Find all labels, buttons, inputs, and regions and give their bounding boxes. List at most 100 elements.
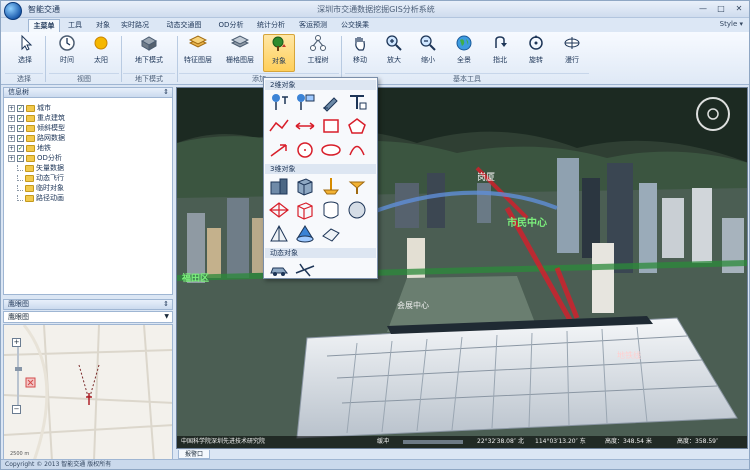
arrow-line-icon[interactable] [294, 116, 316, 136]
title-bar: 智能交通 深圳市交通数据挖掘GIS分析系统 — □ ✕ [1, 1, 749, 18]
tree-node[interactable]: + ✓ OD分析 [8, 154, 62, 163]
group-select-label: 选择 [5, 73, 43, 84]
expand-icon[interactable]: + [8, 114, 15, 122]
zoom-in-button[interactable]: 放大 [381, 34, 407, 72]
time-button[interactable]: 时间 [53, 34, 81, 72]
project-tree-button[interactable]: 工程树 [301, 34, 335, 72]
maximize-button[interactable]: □ [715, 4, 727, 14]
tree-node[interactable]: + ✓ 倾斜模型 [8, 124, 65, 133]
pin-label-icon[interactable] [268, 92, 290, 112]
text-label-icon[interactable] [346, 92, 368, 112]
globe-logo-icon[interactable] [4, 2, 22, 20]
tree-model-icon[interactable] [346, 176, 368, 196]
tree-node[interactable]: 动态飞行 [17, 174, 64, 183]
tree-node[interactable]: 路径动画 [17, 194, 64, 203]
3d-box-icon[interactable] [294, 200, 316, 220]
status-bar: Copyright © 2013 智能交通 版权所有 [1, 459, 749, 469]
scene-status-bar: 中国科学院深圳先进技术研究院 缓冲 22°32′38.08″ 北 114°03′… [177, 436, 747, 448]
pin-icon[interactable]: ⇕ [163, 300, 169, 309]
sun-label: 太阳 [94, 56, 108, 64]
checkbox[interactable]: ✓ [17, 114, 24, 122]
box-model-icon[interactable] [294, 176, 316, 196]
arc-icon[interactable] [346, 140, 368, 160]
rectangle-icon[interactable] [320, 116, 342, 136]
clock-icon [59, 35, 75, 51]
checkbox[interactable]: ✓ [17, 144, 24, 152]
expand-icon[interactable]: + [8, 104, 15, 112]
zoom-out-button[interactable]: 缩小 [415, 34, 441, 72]
checkbox[interactable]: ✓ [17, 134, 24, 142]
zoom-minus-button[interactable]: − [12, 405, 21, 414]
rotate-button[interactable]: 旋转 [523, 34, 549, 72]
arrow-icon[interactable] [268, 140, 290, 160]
expand-icon[interactable]: + [8, 124, 15, 132]
style-menu[interactable]: Style ▾ [720, 20, 743, 28]
building-model-icon[interactable] [268, 176, 290, 196]
expand-icon[interactable]: + [8, 144, 15, 152]
tab-dynamic-traffic[interactable]: 动态交通图 [161, 19, 207, 32]
expand-icon[interactable]: + [8, 134, 15, 142]
cylinder-icon[interactable] [320, 200, 342, 220]
object-button[interactable]: 对象 [263, 34, 295, 72]
folder-icon [26, 144, 35, 152]
car-icon[interactable] [268, 260, 290, 280]
tree-line [17, 165, 23, 171]
pencil-draw-icon[interactable] [320, 92, 342, 112]
polyline-icon[interactable] [268, 116, 290, 136]
checkbox[interactable]: ✓ [17, 104, 24, 112]
tab-statistics[interactable]: 统计分析 [253, 19, 289, 32]
fly-button[interactable]: 漫行 [559, 34, 585, 72]
circle-icon[interactable] [294, 140, 316, 160]
3d-scene-view[interactable]: 市民中心 岗厦 会展中心 福田区 地铁线 中国科学院深圳先进技术研究院 缓冲 2… [176, 87, 748, 449]
bottom-tab-alarm[interactable]: 报警口 [178, 450, 211, 459]
tab-od-analysis[interactable]: OD分析 [213, 19, 249, 32]
overview-select[interactable]: 鹰眼图 ▼ [3, 311, 173, 323]
3d-shape-icon[interactable] [320, 224, 342, 244]
north-button[interactable]: 指北 [487, 34, 513, 72]
tab-objects[interactable]: 对象 [91, 19, 115, 32]
tab-main-menu[interactable]: 主菜单 [28, 19, 60, 32]
full-extent-label: 全景 [457, 56, 471, 64]
pin-image-icon[interactable] [294, 92, 316, 112]
tab-tools[interactable]: 工具 [63, 19, 87, 32]
ellipse-icon[interactable] [320, 140, 342, 160]
pentagon-icon[interactable] [346, 116, 368, 136]
select-button[interactable]: 选择 [11, 34, 39, 72]
close-button[interactable]: ✕ [733, 4, 745, 14]
overview-panel-title: 鹰眼图 [8, 300, 29, 308]
zoom-plus-button[interactable]: + [12, 338, 21, 347]
minimize-button[interactable]: — [697, 4, 709, 14]
tree-node[interactable]: + ✓ 地铁 [8, 144, 51, 153]
pin-icon[interactable]: ⇕ [163, 88, 169, 97]
tree-node-label: 路网数据 [37, 134, 65, 142]
airplane-icon[interactable] [294, 260, 316, 280]
extrude-icon[interactable] [320, 176, 342, 196]
3d-polyline-icon[interactable] [268, 200, 290, 220]
tab-bus-transfer[interactable]: 公交换乘 [337, 19, 373, 32]
hand-icon [355, 37, 365, 51]
tree-node[interactable]: + ✓ 路网数据 [8, 134, 65, 143]
pan-button[interactable]: 移动 [347, 34, 373, 72]
sphere-icon[interactable] [346, 200, 368, 220]
expand-icon[interactable]: + [8, 154, 15, 162]
raster-layer-button[interactable]: 栅格图层 [223, 34, 257, 72]
tab-realtime-traffic[interactable]: 实时路况 [117, 19, 153, 32]
feature-layer-button[interactable]: 特征图层 [181, 34, 215, 72]
full-extent-button[interactable]: 全景 [451, 34, 477, 72]
overview-map[interactable]: + − 2500 m [3, 324, 173, 460]
tree-node[interactable]: 临时对象 [17, 184, 64, 193]
raster-layer-icon [231, 35, 249, 48]
fly-label: 漫行 [565, 56, 579, 64]
zoom-out-icon [420, 35, 436, 51]
pyramid-icon[interactable] [268, 224, 290, 244]
checkbox[interactable]: ✓ [17, 154, 24, 162]
tree-node[interactable]: + ✓ 城市 [8, 104, 51, 113]
tab-passenger-forecast[interactable]: 客运预测 [295, 19, 331, 32]
sun-button[interactable]: 太阳 [87, 34, 115, 72]
tree-node[interactable]: + ✓ 重点建筑 [8, 114, 65, 123]
checkbox[interactable]: ✓ [17, 124, 24, 132]
tree-node[interactable]: 矢量数据 [17, 164, 64, 173]
underground-mode-button[interactable]: 地下模式 [127, 34, 171, 72]
cone-icon[interactable] [294, 224, 316, 244]
scene-label: 福田区 [182, 274, 210, 284]
